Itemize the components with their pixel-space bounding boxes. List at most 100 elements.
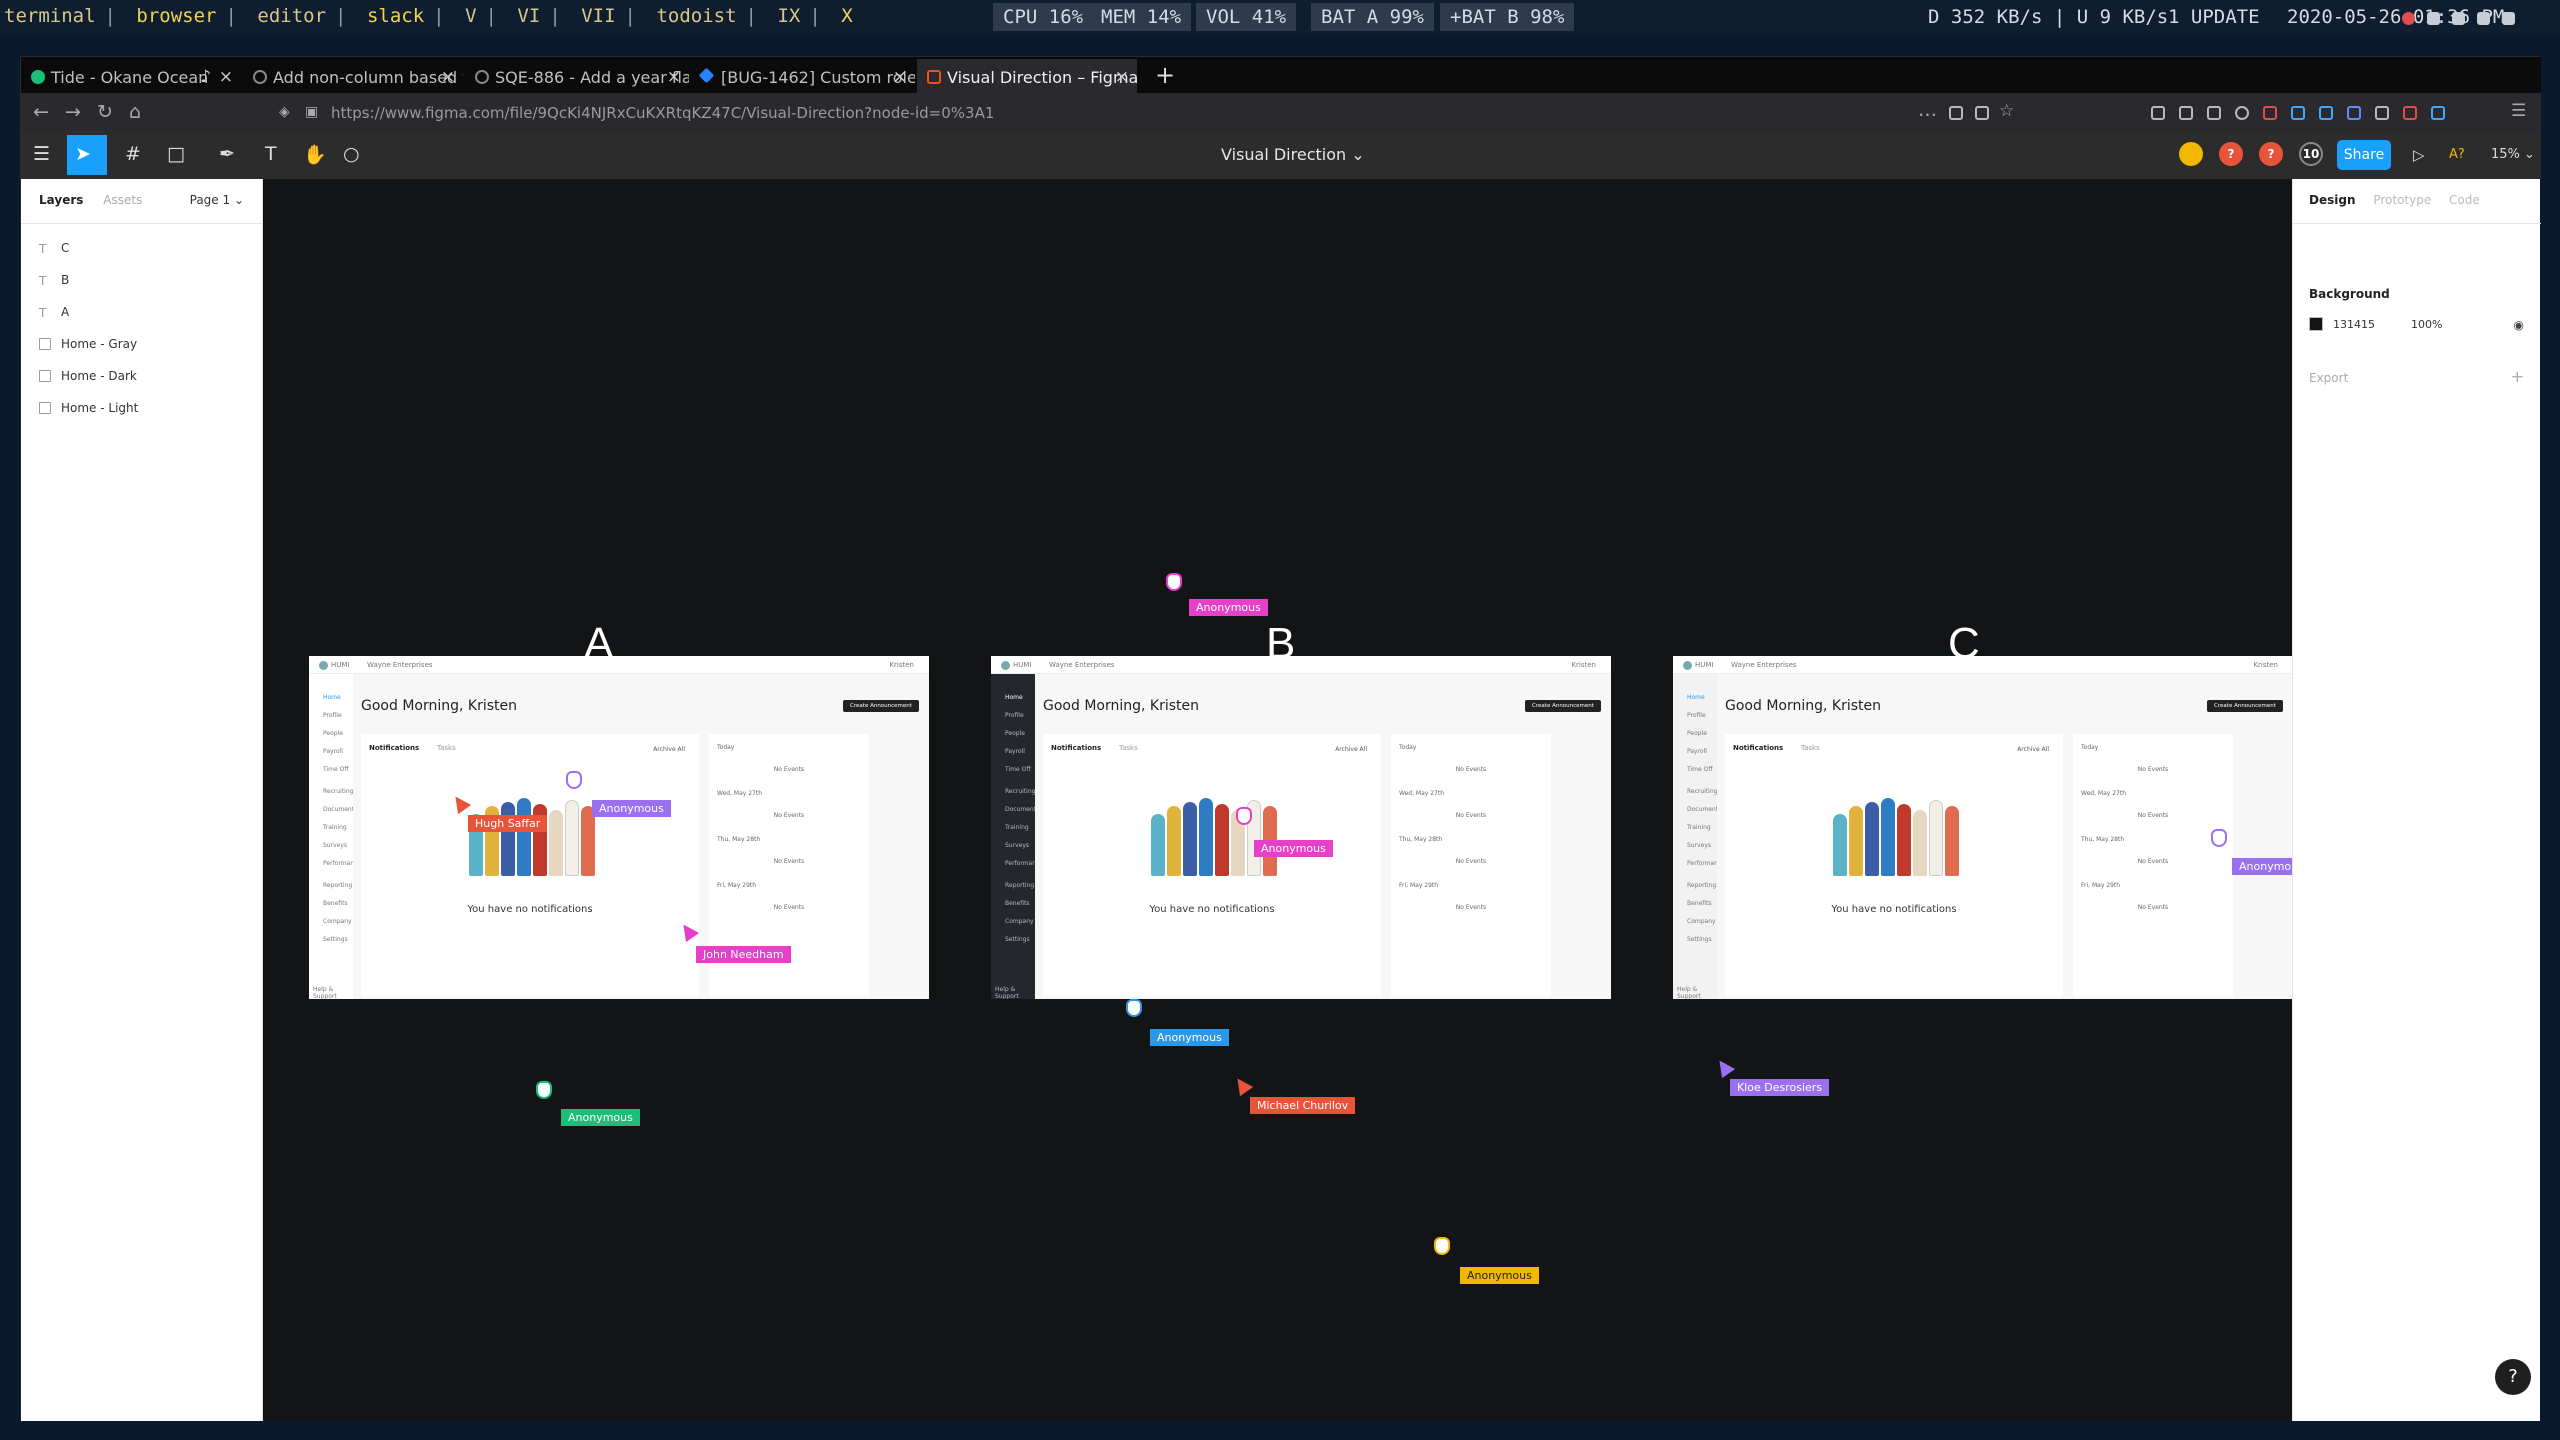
move-tool-icon[interactable]: ➤ <box>67 135 107 175</box>
shield-icon[interactable]: ◈ <box>279 104 290 120</box>
page-selector[interactable]: Page 1 ⌄ <box>190 193 244 207</box>
help-button[interactable]: ? <box>2495 1359 2531 1395</box>
layer-item[interactable]: TC <box>21 237 263 261</box>
close-icon[interactable]: × <box>441 67 455 87</box>
layer-item[interactable]: TA <box>21 301 263 325</box>
extension-2-icon[interactable] <box>2291 106 2305 120</box>
layer-item[interactable]: Home - Dark <box>21 365 263 389</box>
shape-tool-icon[interactable]: □ <box>167 143 185 165</box>
workspace-10[interactable]: X <box>841 5 852 27</box>
layer-item[interactable]: Home - Light <box>21 397 263 421</box>
collaborator-avatar[interactable]: ? <box>2259 142 2283 166</box>
forward-icon[interactable]: → <box>65 101 81 123</box>
frame-home-gray[interactable]: HUMI Wayne Enterprises Kristen Home Prof… <box>1673 656 2292 999</box>
tag-icon[interactable] <box>1975 106 1989 120</box>
layers-panel: Layers Assets Page 1 ⌄ TC TB TA Home - G… <box>21 179 263 1421</box>
background-hex[interactable]: 131415 <box>2333 318 2375 331</box>
workspace-3[interactable]: editor <box>257 5 326 27</box>
library-icon[interactable] <box>2179 106 2193 120</box>
workspace-7[interactable]: VII <box>581 5 615 27</box>
text-tool-icon[interactable]: T <box>265 143 277 165</box>
document-title[interactable]: Visual Direction ⌄ <box>1221 145 1365 164</box>
figma-canvas[interactable]: A B C HUMI Wayne Enterprises Kristen Hom… <box>264 179 2292 1421</box>
frame-home-light[interactable]: HUMI Wayne Enterprises Kristen Home Prof… <box>309 656 929 999</box>
lock-icon: ▣ <box>305 104 319 120</box>
new-tab-button[interactable]: + <box>1155 61 1175 89</box>
workspace-9[interactable]: IX <box>777 5 800 27</box>
main-menu-icon[interactable]: ☰ <box>33 143 50 165</box>
collaborator-avatar[interactable]: ? <box>2219 142 2243 166</box>
tab-title: SQE-886 - Add a year fla <box>495 68 689 87</box>
home-icon[interactable]: ⌂ <box>129 101 141 123</box>
tab-1[interactable]: Tide - Okane Ocean ♪ × <box>21 59 241 93</box>
user-count-badge[interactable]: 10 <box>2299 142 2323 166</box>
workspace-8[interactable]: todoist <box>656 5 736 27</box>
nav-item: Settings <box>323 936 348 943</box>
present-icon[interactable]: ▷ <box>2413 146 2425 164</box>
spell-check-icon[interactable]: A? <box>2449 147 2465 162</box>
background-swatch[interactable] <box>2309 317 2323 331</box>
back-icon[interactable]: ← <box>33 101 49 123</box>
bluetooth-icon[interactable] <box>2452 11 2465 25</box>
url-bar[interactable]: https://www.figma.com/file/9QcKi4NJRxCuK… <box>331 104 994 122</box>
nav-item: Benefits <box>1005 900 1030 907</box>
close-icon[interactable]: × <box>667 67 681 87</box>
tab-code[interactable]: Code <box>2449 193 2480 207</box>
comment-tool-icon[interactable]: ○ <box>343 143 360 165</box>
account-icon[interactable] <box>2235 106 2249 120</box>
tab-4[interactable]: [BUG-1462] Custom role × <box>691 59 915 93</box>
menu-icon[interactable]: ☰ <box>2511 101 2526 121</box>
dropbox-icon[interactable] <box>2502 11 2515 25</box>
sidebar-icon[interactable] <box>2207 106 2221 120</box>
settings-icon[interactable] <box>2427 11 2440 25</box>
workspace-1[interactable]: terminal <box>4 5 96 27</box>
tab-prototype[interactable]: Prototype <box>2373 193 2431 207</box>
speaker-icon[interactable]: ♪ <box>200 67 211 87</box>
layer-item[interactable]: TB <box>21 269 263 293</box>
tab-design[interactable]: Design <box>2309 193 2356 207</box>
hand-tool-icon[interactable]: ✋ <box>303 143 327 166</box>
more-icon[interactable]: … <box>1918 99 1937 121</box>
wifi-icon[interactable] <box>2477 11 2490 25</box>
bookmark-star-icon[interactable]: ☆ <box>1999 101 2014 121</box>
background-opacity[interactable]: 100% <box>2411 318 2442 331</box>
tab-assets[interactable]: Assets <box>103 193 142 207</box>
workspace-5[interactable]: V <box>465 5 476 27</box>
extension-4-icon[interactable] <box>2347 106 2361 120</box>
day-label: Today <box>2081 744 2099 751</box>
zoom-level[interactable]: 15% ⌄ <box>2491 147 2535 162</box>
brand-name: HUMI <box>1013 661 1032 669</box>
frame-layer-icon <box>39 370 51 382</box>
tab-5[interactable]: Visual Direction – Figma × <box>917 59 1137 93</box>
frame-home-dark[interactable]: HUMI Wayne Enterprises Kristen Home Prof… <box>991 656 1611 999</box>
tab-2[interactable]: Add non-column based f × <box>243 59 463 93</box>
extension-6-icon[interactable] <box>2403 106 2417 120</box>
extension-3-icon[interactable] <box>2319 106 2333 120</box>
reload-icon[interactable]: ↻ <box>97 101 113 123</box>
collaborator-avatar[interactable] <box>2179 142 2203 166</box>
extension-5-icon[interactable] <box>2375 106 2389 120</box>
record-icon[interactable] <box>2402 11 2415 25</box>
add-export-icon[interactable]: + <box>2511 367 2524 386</box>
workspace-6[interactable]: VI <box>517 5 540 27</box>
hand-cursor-icon <box>1434 1237 1450 1255</box>
close-icon[interactable]: × <box>1115 67 1129 87</box>
tab-3[interactable]: SQE-886 - Add a year fla × <box>465 59 689 93</box>
extension-1-icon[interactable] <box>2263 106 2277 120</box>
tab-layers[interactable]: Layers <box>39 193 83 207</box>
close-icon[interactable]: × <box>893 67 907 87</box>
frame-tool-icon[interactable]: # <box>125 143 141 165</box>
close-icon[interactable]: × <box>219 67 233 87</box>
share-button[interactable]: Share <box>2337 140 2391 170</box>
layer-item[interactable]: Home - Gray <box>21 333 263 357</box>
eye-icon[interactable]: ◉ <box>2514 318 2524 332</box>
no-events: No Events <box>1455 858 1487 865</box>
pen-tool-icon[interactable]: ✒ <box>219 143 235 165</box>
workspace-2[interactable]: browser <box>136 5 216 27</box>
wrench-icon[interactable] <box>2151 106 2165 120</box>
pocket-icon[interactable] <box>1949 106 1963 120</box>
nav-item: Benefits <box>1687 900 1712 907</box>
workspace-4[interactable]: slack <box>367 5 424 27</box>
nav-item: Time Off <box>323 766 349 773</box>
extension-7-icon[interactable] <box>2431 106 2445 120</box>
